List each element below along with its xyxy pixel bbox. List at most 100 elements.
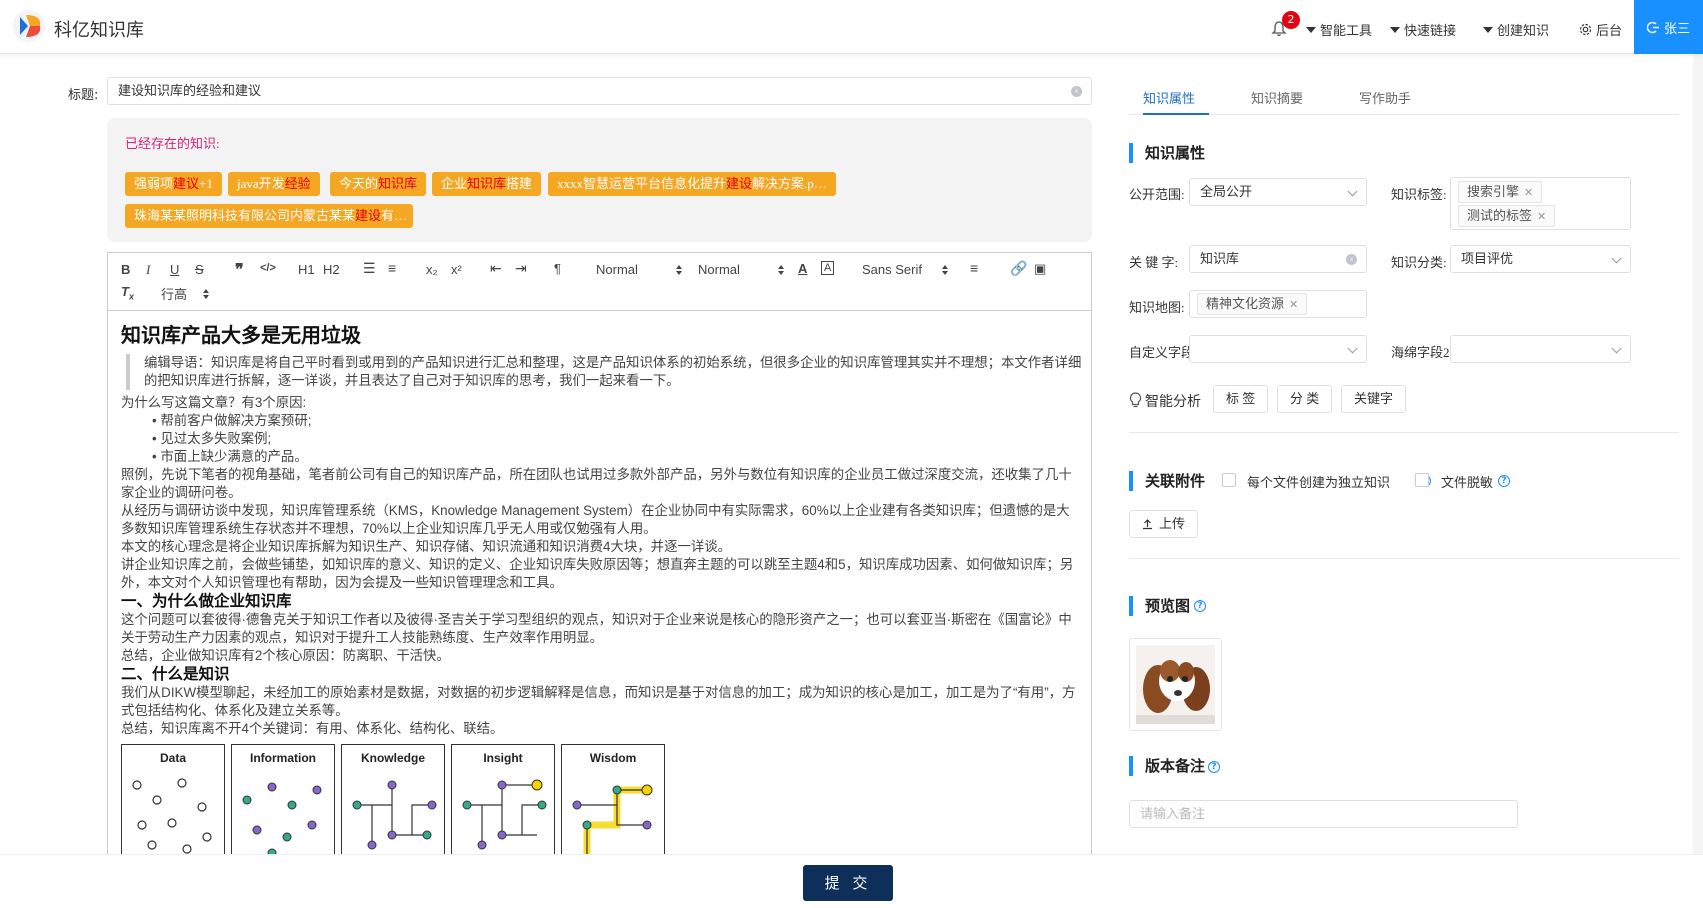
chevron-down-icon xyxy=(1611,343,1622,354)
category-label: 知识分类: xyxy=(1391,255,1447,270)
link-icon[interactable]: 🔗 xyxy=(1010,260,1027,277)
italic-icon[interactable]: I xyxy=(146,262,150,278)
tab-knowledge-summary[interactable]: 知识摘要 xyxy=(1251,88,1303,107)
article-subheading: 一、为什么做企业知识库 xyxy=(121,593,292,610)
rich-text-editor[interactable]: B I U S ❞ </> H1 H2 ☰ ≡ x₂ x² ⇤ ⇥ ¶ Norm… xyxy=(107,252,1092,872)
submit-button[interactable]: 提 交 xyxy=(803,865,893,901)
help-icon[interactable]: ? xyxy=(1208,761,1220,773)
tags-select[interactable]: 搜索引擎 ✕ 测试的标签 ✕ xyxy=(1450,177,1631,230)
font-select[interactable]: Sans Serif xyxy=(862,262,948,277)
desensitize-checkbox[interactable] xyxy=(1415,473,1429,487)
map-chip[interactable]: 精神文化资源 ✕ xyxy=(1197,293,1308,315)
existing-knowledge-tag[interactable]: xxxx智慧运营平台信息化提升建设解决方案.p… xyxy=(548,172,836,196)
section-version-title: 版本备注 xyxy=(1129,755,1205,776)
article-paragraph: 总结，企业做知识库有2个核心原因：防离职、干活快。 xyxy=(121,648,450,663)
existing-knowledge-tag[interactable]: 企业知识库搭建 xyxy=(432,172,542,196)
caret-down-icon xyxy=(1483,26,1493,33)
title-value: 建设知识库的经验和建议 xyxy=(118,83,262,98)
separate-knowledge-checkbox[interactable] xyxy=(1222,473,1236,487)
updown-icon xyxy=(676,264,682,275)
editor-toolbar: B I U S ❞ </> H1 H2 ☰ ≡ x₂ x² ⇤ ⇥ ¶ Norm… xyxy=(108,253,1091,311)
header-select[interactable]: Normal xyxy=(596,262,682,277)
existing-knowledge-tag[interactable]: java开发经验 xyxy=(228,172,320,196)
code-icon[interactable]: </> xyxy=(260,262,276,274)
background-color-icon[interactable]: A xyxy=(821,261,835,275)
header1-button[interactable]: H1 xyxy=(298,262,315,277)
clear-icon[interactable]: × xyxy=(1071,86,1082,97)
nav-admin[interactable]: 后台 xyxy=(1579,20,1622,39)
tab-writing-assistant[interactable]: 写作助手 xyxy=(1359,88,1411,107)
ai-category-button[interactable]: 分 类 xyxy=(1277,385,1333,413)
strike-icon[interactable]: S xyxy=(195,262,204,277)
article-paragraph: 这个问题可以套彼得·德鲁克关于知识工作者以及彼得·圣吉关于学习型组织的观点，知识… xyxy=(121,612,1072,645)
nav-create-knowledge[interactable]: 创建知识 xyxy=(1483,20,1549,39)
bullet-list-icon[interactable]: ≡ xyxy=(388,260,396,276)
outdent-icon[interactable]: ⇤ xyxy=(490,260,502,277)
version-note-input[interactable]: 请输入备注 xyxy=(1129,800,1518,828)
editor-content[interactable]: 知识库产品大多是无用垃圾 编辑导语：知识库是将自己平时看到或用到的产品知识进行汇… xyxy=(121,317,1083,865)
clear-icon[interactable]: × xyxy=(1346,254,1357,265)
tab-divider xyxy=(1129,114,1679,115)
keyword-label: 关 键 字: xyxy=(1129,255,1179,270)
help-icon[interactable]: ? xyxy=(1498,475,1510,487)
size-select[interactable]: Normal xyxy=(698,262,784,277)
ai-keyword-button[interactable]: 关键字 xyxy=(1341,385,1407,413)
scope-label: 公开范围: xyxy=(1129,187,1185,202)
tag-chip[interactable]: 测试的标签 ✕ xyxy=(1458,205,1556,227)
line-height-select[interactable]: 行高 xyxy=(161,284,209,303)
custom-field2-label: 海绵字段2 xyxy=(1391,345,1450,360)
map-select[interactable]: 精神文化资源 ✕ xyxy=(1189,290,1367,318)
title-input[interactable]: 建设知识库的经验和建议 × xyxy=(107,77,1092,105)
list-item: 市面上缺少满意的产品。 xyxy=(152,448,1083,466)
keyword-input[interactable]: 知识库 × xyxy=(1189,245,1367,273)
tags-label: 知识标签: xyxy=(1391,187,1447,202)
header2-button[interactable]: H2 xyxy=(323,262,340,277)
existing-knowledge-tag[interactable]: 强弱项建议+1 xyxy=(125,172,222,196)
notification-badge: 2 xyxy=(1282,11,1300,29)
existing-knowledge-tag[interactable]: 今天的知识库 xyxy=(330,172,427,196)
bold-icon[interactable]: B xyxy=(121,262,130,277)
existing-knowledge-tag[interactable]: 珠海某某照明科技有限公司内蒙古某某建设有… xyxy=(125,204,413,228)
updown-icon xyxy=(203,288,209,299)
tag-chip[interactable]: 搜索引擎 ✕ xyxy=(1458,181,1543,203)
title-label: 标题: xyxy=(68,88,99,103)
underline-icon[interactable]: U xyxy=(170,262,179,277)
scope-select[interactable]: 全局公开 xyxy=(1189,178,1367,206)
chevron-down-icon xyxy=(1347,343,1358,354)
category-select[interactable]: 项目评优 xyxy=(1450,245,1631,273)
ordered-list-icon[interactable]: ☰ xyxy=(363,260,376,277)
rtl-icon[interactable]: ¶ xyxy=(554,261,561,276)
chevron-down-icon xyxy=(1611,253,1622,264)
article-paragraph: 从经历与调研访谈中发现，知识库管理系统（KMS，Knowledge Manage… xyxy=(121,503,1070,536)
custom-field2-select[interactable] xyxy=(1450,335,1631,363)
caret-down-icon xyxy=(1306,26,1316,33)
nav-label: 智能工具 xyxy=(1320,24,1373,39)
list-item: 见过太多失败案例; xyxy=(152,430,1083,448)
article-list: 帮前客户做解决方案预研; 见过太多失败案例; 市面上缺少满意的产品。 xyxy=(121,412,1083,466)
ai-tag-button[interactable]: 标 签 xyxy=(1213,385,1269,413)
image-icon[interactable]: ▣ xyxy=(1034,261,1046,277)
user-menu-button[interactable]: 张三 xyxy=(1634,0,1703,54)
superscript-button[interactable]: x² xyxy=(451,262,462,277)
article-heading: 知识库产品大多是无用垃圾 xyxy=(121,325,361,347)
tab-knowledge-props[interactable]: 知识属性 xyxy=(1143,88,1195,107)
indent-icon[interactable]: ⇥ xyxy=(515,260,527,277)
updown-icon xyxy=(942,264,948,275)
help-icon[interactable]: ? xyxy=(1194,600,1206,612)
article-paragraph: 讲企业知识库之前，会做些铺垫，如知识库的意义、知识的定义、企业知识库失败原因等；… xyxy=(121,557,1074,590)
text-color-icon[interactable]: A xyxy=(798,261,807,276)
blockquote-icon[interactable]: ❞ xyxy=(235,260,244,280)
preview-image-frame[interactable] xyxy=(1129,638,1222,731)
dikw-card-wisdom: Wisdom xyxy=(561,744,665,865)
nav-smart-tools[interactable]: 智能工具 xyxy=(1306,20,1372,39)
align-icon[interactable]: ≡ xyxy=(970,260,978,276)
updown-icon xyxy=(778,264,784,275)
page-scrollbar[interactable] xyxy=(1693,54,1703,854)
custom-field1-select[interactable] xyxy=(1189,335,1367,363)
nav-quick-links[interactable]: 快速链接 xyxy=(1390,20,1456,39)
subscript-button[interactable]: x₂ xyxy=(426,262,438,277)
nav-label: 后台 xyxy=(1596,24,1623,39)
upload-button[interactable]: 上传 xyxy=(1129,510,1199,538)
clear-format-icon[interactable]: Tx xyxy=(121,284,134,302)
app-brand: 科亿知识库 xyxy=(54,20,144,41)
